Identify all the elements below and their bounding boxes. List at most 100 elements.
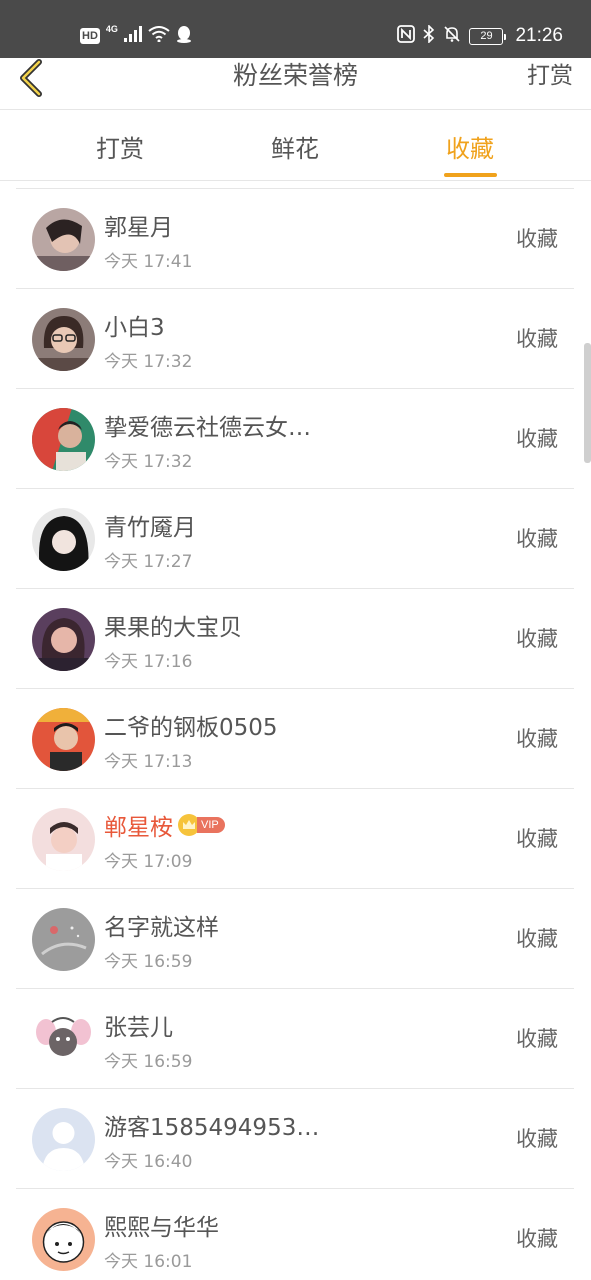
wifi-icon: [148, 26, 170, 46]
battery-icon: 29: [469, 27, 507, 45]
avatar: [32, 308, 95, 371]
action-label: 收藏: [516, 1127, 558, 1151]
action-label: 收藏: [516, 427, 558, 451]
action-label: 收藏: [516, 1027, 558, 1051]
user-name: 挚爱德云社德云女…: [104, 415, 311, 441]
action-label: 收藏: [516, 327, 558, 351]
status-bar-left: HD 4G: [80, 22, 192, 50]
timestamp: 今天 16:40: [104, 1152, 193, 1172]
name-line: 果果的大宝贝: [104, 609, 242, 641]
user-name: 二爷的钢板0505: [104, 715, 278, 741]
user-name: 名字就这样: [104, 915, 219, 941]
nfc-icon: [397, 25, 416, 47]
name-line: 二爷的钢板0505: [104, 709, 278, 741]
timestamp: 今天 17:13: [104, 752, 193, 772]
avatar-photo-icon: [32, 808, 95, 871]
timestamp: 今天 17:27: [104, 552, 193, 572]
name-line: 张芸儿: [104, 1009, 173, 1041]
avatar: [32, 1108, 95, 1171]
avatar: [32, 208, 95, 271]
list-item[interactable]: 果果的大宝贝 今天 17:16 收藏: [16, 589, 574, 689]
tip-button[interactable]: 打赏: [527, 58, 573, 94]
user-name: 郭星月: [104, 215, 173, 241]
tab-label: 收藏: [446, 134, 494, 163]
list-item[interactable]: 小白3 今天 17:32 收藏: [16, 289, 574, 389]
status-bar: HD 4G 29 21:26: [0, 0, 591, 58]
tab-flowers[interactable]: 鲜花: [230, 111, 360, 181]
list-item[interactable]: 熙熙与华华 今天 16:01 收藏: [16, 1189, 574, 1280]
user-name: 郸星桉: [104, 815, 173, 841]
avatar-photo-icon: [32, 208, 95, 271]
signal-icon: [123, 26, 142, 46]
avatar-photo-icon: [32, 1008, 95, 1071]
action-label: 收藏: [516, 527, 558, 551]
battery-level: 29: [480, 30, 493, 42]
timestamp: 今天 16:59: [104, 952, 193, 972]
active-tab-indicator: [443, 173, 497, 177]
user-name: 果果的大宝贝: [104, 615, 242, 641]
action-label: 收藏: [516, 727, 558, 751]
name-line: 熙熙与华华: [104, 1209, 219, 1241]
list-item[interactable]: 名字就这样 今天 16:59 收藏: [16, 889, 574, 989]
avatar-photo-icon: [32, 1208, 95, 1271]
page-title: 粉丝荣誉榜: [232, 61, 358, 90]
list-item[interactable]: 二爷的钢板0505 今天 17:13 收藏: [16, 689, 574, 789]
list-item[interactable]: 挚爱德云社德云女… 今天 17:32 收藏: [16, 389, 574, 489]
avatar-photo-icon: [32, 908, 95, 971]
bell-muted-icon: [443, 25, 461, 47]
name-line: 名字就这样: [104, 909, 219, 941]
name-line: 挚爱德云社德云女…: [104, 409, 311, 441]
avatar: [32, 1008, 95, 1071]
timestamp: 今天 17:09: [104, 852, 193, 872]
user-name: 熙熙与华华: [104, 1215, 219, 1241]
list-item[interactable]: 青竹魇月 今天 17:27 收藏: [16, 489, 574, 589]
timestamp: 今天 16:59: [104, 1052, 193, 1072]
list-item[interactable]: 张芸儿 今天 16:59 收藏: [16, 989, 574, 1089]
hd-badge: HD: [80, 28, 100, 44]
timestamp: 今天 16:01: [104, 1252, 193, 1272]
name-line: 青竹魇月: [104, 509, 196, 541]
timestamp: 今天 17:41: [104, 252, 193, 272]
avatar: [32, 708, 95, 771]
action-label: 收藏: [516, 927, 558, 951]
status-time: 21:26: [515, 25, 563, 46]
list-item[interactable]: 郸星桉 VIP 今天 17:09 收藏: [16, 789, 574, 889]
avatar-photo-icon: [32, 608, 95, 671]
vip-badge: VIP: [177, 813, 225, 837]
scrollbar[interactable]: [584, 343, 591, 463]
timestamp: 今天 17:32: [104, 452, 193, 472]
default-avatar-icon: [32, 1108, 95, 1171]
name-line: 郭星月: [104, 209, 173, 241]
tab-favorites[interactable]: 收藏: [405, 111, 535, 181]
tab-tip[interactable]: 打赏: [55, 111, 185, 181]
action-label: 收藏: [516, 627, 558, 651]
avatar: [32, 408, 95, 471]
avatar-photo-icon: [32, 508, 95, 571]
tab-label: 打赏: [96, 134, 144, 163]
avatar: [32, 508, 95, 571]
name-line: 游客1585494953…: [104, 1109, 319, 1141]
user-name: 游客1585494953…: [104, 1115, 320, 1141]
avatar: [32, 1208, 95, 1271]
action-label: 收藏: [516, 227, 558, 251]
list-item[interactable]: 郭星月 今天 17:41 收藏: [16, 189, 574, 289]
tab-bar: 打赏 鲜花 收藏: [0, 111, 591, 181]
avatar-photo-icon: [32, 408, 95, 471]
action-label: 收藏: [516, 827, 558, 851]
user-name: 小白3: [104, 315, 165, 341]
avatar-photo-icon: [32, 308, 95, 371]
avatar: [32, 608, 95, 671]
network-type: 4G: [105, 24, 118, 34]
action-label: 收藏: [516, 1227, 558, 1251]
app-header: 粉丝荣誉榜 打赏: [0, 58, 591, 110]
list-item[interactable]: 游客1585494953… 今天 16:40 收藏: [16, 1089, 574, 1189]
name-line: 郸星桉 VIP: [104, 809, 225, 841]
vip-tag: VIP: [197, 817, 225, 833]
status-bar-right: 29 21:26: [397, 22, 563, 50]
tab-label: 鲜花: [271, 134, 319, 163]
user-name: 张芸儿: [104, 1015, 173, 1041]
name-line: 小白3: [104, 309, 165, 341]
bluetooth-icon: [423, 24, 435, 47]
qq-icon: [176, 25, 192, 47]
timestamp: 今天 17:32: [104, 352, 193, 372]
